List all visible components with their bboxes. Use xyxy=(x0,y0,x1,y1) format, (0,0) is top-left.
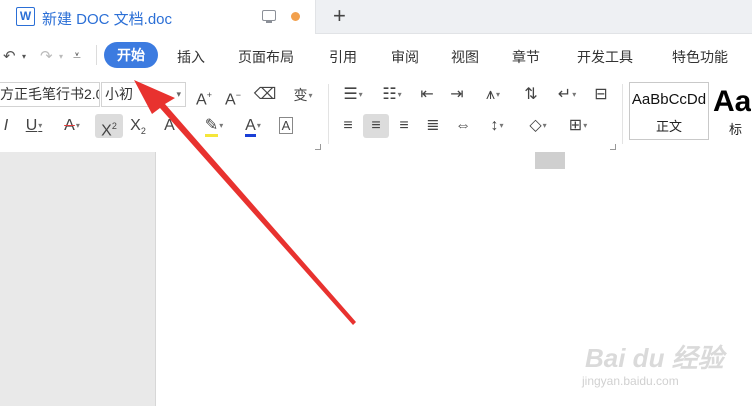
paragraph-settings-launcher-icon[interactable] xyxy=(610,144,616,150)
increase-indent-icon[interactable]: ⇥ xyxy=(445,83,469,107)
ribbon-toolbar: 方正毛笔行书2.0 小初 ▾ A+ A− ⌫ 变▾ I U▾ A▾ X2 X2 … xyxy=(0,78,752,152)
align-center-icon[interactable]: ≡ xyxy=(363,114,389,138)
tab-view[interactable]: 视图 xyxy=(451,47,479,67)
redo-icon[interactable]: ↷ xyxy=(40,47,53,65)
text-direction-icon[interactable]: ⩚▾ xyxy=(476,83,510,107)
decrease-indent-icon[interactable]: ⇤ xyxy=(415,83,439,107)
divider xyxy=(328,84,329,144)
font-size-value: 小初 xyxy=(105,86,133,102)
tab-bar: W 新建 DOC 文档.doc + xyxy=(0,0,752,34)
superscript-icon[interactable]: X2 xyxy=(95,114,123,139)
undo-icon[interactable]: ↶ xyxy=(3,47,16,65)
watermark-url: jingyan.baidu.com xyxy=(582,374,679,388)
font-name-select[interactable]: 方正毛笔行书2.0 xyxy=(0,82,100,107)
line-spacing-icon[interactable]: ↕▾ xyxy=(480,114,514,138)
borders-icon[interactable]: ⊞▾ xyxy=(561,114,595,138)
document-title: 新建 DOC 文档.doc xyxy=(42,11,173,28)
tab-sections[interactable]: 章节 xyxy=(512,47,540,67)
align-left-icon[interactable]: ≡ xyxy=(337,114,359,138)
tab-stops-icon[interactable]: ⊟ xyxy=(589,83,613,107)
style-normal-sample: AaBbCcDd xyxy=(631,91,707,108)
style-heading-label: 标题 xyxy=(729,122,743,137)
redo-dropdown-icon[interactable]: ▾ xyxy=(59,52,63,61)
font-size-select[interactable]: 小初 ▾ xyxy=(101,82,186,107)
underline-icon[interactable]: U▾ xyxy=(18,114,50,138)
font-settings-launcher-icon[interactable] xyxy=(315,144,321,150)
phonetic-guide-icon[interactable]: 变▾ xyxy=(285,83,321,107)
grow-font-icon[interactable]: A+ xyxy=(193,83,215,108)
divider xyxy=(96,45,97,65)
style-normal-label: 正文 xyxy=(655,119,682,134)
tab-references[interactable]: 引用 xyxy=(329,47,357,67)
numbered-list-icon[interactable]: ☷▾ xyxy=(375,83,409,107)
style-heading[interactable]: Aa 标题 xyxy=(710,82,752,140)
subscript-icon[interactable]: X2 xyxy=(126,114,150,138)
sort-icon[interactable]: ⇅ xyxy=(519,83,543,107)
tab-review[interactable]: 审阅 xyxy=(391,47,419,67)
document-tab[interactable]: W 新建 DOC 文档.doc xyxy=(0,0,316,34)
tab-page-layout[interactable]: 页面布局 xyxy=(238,47,294,67)
undo-dropdown-icon[interactable]: ▾ xyxy=(22,52,26,61)
character-border-icon[interactable]: A xyxy=(275,114,297,138)
ribbon-menu: ↶ ▾ ↷ ▾ ⩡ 开始 插入 页面布局 引用 审阅 视图 章节 开发工具 特色… xyxy=(0,35,752,77)
paragraph-mark-icon[interactable]: ↵▾ xyxy=(550,83,584,107)
watermark-logo: Bai du 经验 xyxy=(585,343,724,373)
shrink-font-icon[interactable]: A− xyxy=(222,83,244,108)
font-color-icon[interactable]: A▾ xyxy=(236,114,270,138)
page-margin xyxy=(0,152,156,406)
strikethrough-icon[interactable]: A▾ xyxy=(56,114,88,138)
tab-home[interactable]: 开始 xyxy=(104,42,158,68)
italic-icon[interactable]: I xyxy=(0,114,12,138)
unsaved-dot-icon xyxy=(291,12,300,21)
style-heading-sample: Aa xyxy=(713,85,752,118)
word-document-icon: W xyxy=(16,7,35,26)
clear-format-icon[interactable]: ⌫ xyxy=(253,83,277,107)
text-effect-icon[interactable]: A▾ xyxy=(155,114,189,138)
highlight-icon[interactable]: ✎▾ xyxy=(197,114,231,138)
divider xyxy=(622,84,623,144)
justify-icon[interactable]: ≣ xyxy=(422,114,444,138)
shading-icon[interactable]: ◇▾ xyxy=(521,114,555,138)
monitor-icon[interactable] xyxy=(262,10,276,23)
distributed-align-icon[interactable]: ⇔ xyxy=(451,114,475,138)
tab-developer-tools[interactable]: 开发工具 xyxy=(577,47,633,67)
new-tab-button[interactable]: + xyxy=(333,4,346,28)
chevron-down-icon: ▾ xyxy=(176,89,181,99)
style-normal[interactable]: AaBbCcDd 正文 xyxy=(629,82,709,140)
bullet-list-icon[interactable]: ☰▾ xyxy=(337,83,369,107)
tab-insert[interactable]: 插入 xyxy=(177,47,205,67)
customize-toolbar-icon[interactable]: ⩡ xyxy=(73,47,81,64)
tab-special-features[interactable]: 特色功能 xyxy=(672,47,728,67)
align-right-icon[interactable]: ≡ xyxy=(393,114,415,138)
page-marker xyxy=(535,152,565,169)
